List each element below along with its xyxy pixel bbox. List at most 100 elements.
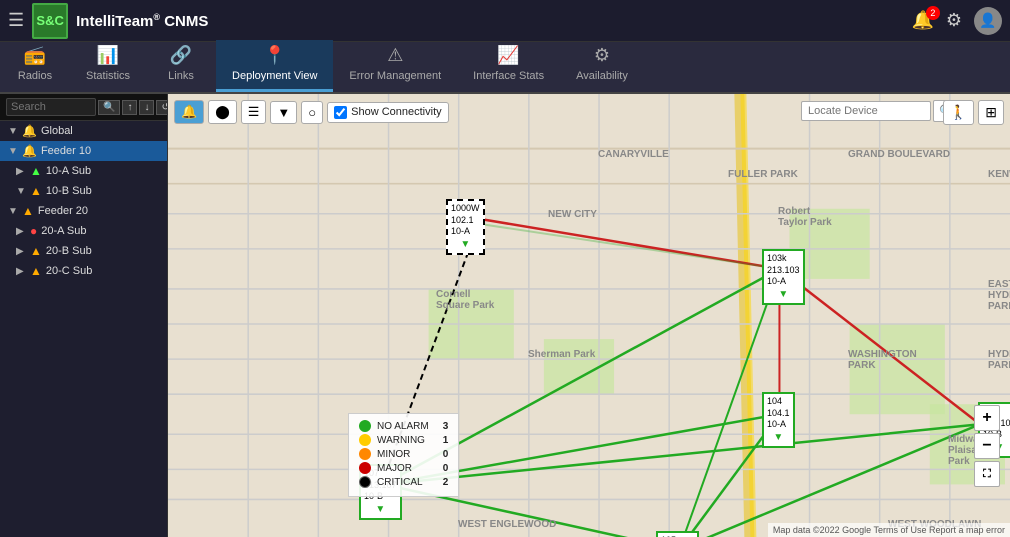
map-person-icon[interactable]: 🚶 — [943, 100, 974, 125]
fullscreen-button[interactable]: ⛶ — [974, 461, 1000, 487]
tree-node-20-c-sub[interactable]: ▶ ▲ 20-C Sub — [0, 261, 167, 281]
legend-label: WARNING — [377, 435, 425, 446]
map-filter-btn[interactable]: ▼ — [270, 101, 297, 124]
legend-dot — [359, 462, 371, 474]
nav-up-button[interactable]: ↑ — [122, 100, 137, 115]
tree-node-10-a-sub[interactable]: ▶ ▲ 10-A Sub — [0, 161, 167, 181]
search-button[interactable]: 🔍 — [98, 100, 120, 115]
connectivity-label: Show Connectivity — [351, 106, 442, 118]
map-svg — [168, 94, 1010, 537]
tree-node-10-b-sub[interactable]: ▼ ▲ 10-B Sub — [0, 181, 167, 201]
notifications-icon[interactable]: 🔔 2 — [911, 10, 933, 31]
map-node-n1[interactable]: 1000W102.110-A ▼ — [446, 199, 485, 255]
node-label: 20-B Sub — [46, 245, 92, 257]
tree-arrow: ▼ — [8, 126, 18, 137]
tree-node-20-b-sub[interactable]: ▶ ▲ 20-B Sub — [0, 241, 167, 261]
search-input[interactable] — [6, 98, 96, 116]
interface-icon: 📈 — [497, 45, 519, 66]
node-icon: ▲ — [30, 164, 42, 178]
legend-dot — [359, 434, 371, 446]
node-label: Feeder 20 — [38, 205, 88, 217]
notification-badge: 2 — [926, 6, 940, 20]
map-search-btn[interactable]: ○ — [301, 101, 323, 124]
tab-radios[interactable]: 📻 Radios — [0, 40, 70, 92]
tree-node-feeder-20[interactable]: ▼ ▲ Feeder 20 — [0, 201, 167, 221]
node-icon: 🔔 — [22, 124, 37, 138]
map-area[interactable]: 🔔 ⬤ ☰ ▼ ○ Show Connectivity 🔍 🚶 ⊞ — [168, 94, 1010, 537]
zoom-controls: + − ⛶ — [974, 405, 1000, 487]
locate-input[interactable] — [801, 101, 931, 121]
legend-row-no-alarm: NO ALARM 3 — [359, 420, 448, 432]
node-icon: 🔔 — [22, 144, 37, 158]
links-icon: 🔗 — [170, 45, 192, 66]
tab-deployment[interactable]: 📍 Deployment View — [216, 40, 333, 92]
sidebar-search: 🔍 ↑ ↓ ↺ — [0, 94, 167, 121]
legend-label: NO ALARM — [377, 421, 429, 432]
tree-node-feeder-10[interactable]: ▼ 🔔 Feeder 10 — [0, 141, 167, 161]
legend-row-major: MAJOR 0 — [359, 462, 448, 474]
node-label: 10-A Sub — [46, 165, 91, 177]
map-circle-btn[interactable]: ⬤ — [208, 100, 237, 124]
node-icon: ● — [30, 224, 37, 238]
node-icon: ▲ — [30, 184, 42, 198]
topbar: ☰ S&C IntelliTeam® CNMS 🔔 2 ⚙ 👤 — [0, 0, 1010, 42]
settings-icon[interactable]: ⚙ — [946, 10, 962, 31]
nav-tabs: 📻 Radios 📊 Statistics 🔗 Links 📍 Deployme… — [0, 42, 1010, 94]
tree-node-global[interactable]: ▼ 🔔 Global — [0, 121, 167, 141]
legend-row-warning: WARNING 1 — [359, 434, 448, 446]
map-bell-btn[interactable]: 🔔 — [174, 100, 204, 124]
legend-label: MINOR — [377, 449, 410, 460]
map-attribution: Map data ©2022 Google Terms of Use Repor… — [768, 523, 1010, 537]
map-node-n2[interactable]: 103k213.10310-A ▼ — [762, 249, 805, 305]
node-icon: ▲ — [30, 264, 42, 278]
statistics-icon: 📊 — [97, 45, 119, 66]
availability-icon: ⚙ — [594, 45, 610, 66]
user-avatar[interactable]: 👤 — [974, 7, 1002, 35]
node-label: Feeder 10 — [41, 145, 91, 157]
show-connectivity-toggle[interactable]: Show Connectivity — [327, 102, 449, 123]
map-layers-icon[interactable]: ⊞ — [978, 100, 1004, 125]
deployment-icon: 📍 — [264, 45, 286, 66]
tree-node-20-a-sub[interactable]: ▶ ● 20-A Sub — [0, 221, 167, 241]
tab-interface-label: Interface Stats — [473, 70, 544, 82]
tree-arrow: ▶ — [16, 226, 26, 237]
hamburger-menu[interactable]: ☰ — [8, 10, 24, 31]
legend-count: 2 — [435, 477, 449, 488]
legend-count: 3 — [435, 421, 449, 432]
legend-dot — [359, 420, 371, 432]
node-label: Global — [41, 125, 73, 137]
tab-error-label: Error Management — [349, 70, 441, 82]
node-label: 20-C Sub — [46, 265, 92, 277]
connectivity-checkbox[interactable] — [334, 106, 347, 119]
zoom-out-button[interactable]: − — [974, 433, 1000, 459]
map-node-n3[interactable]: 104104.110-A ▼ — [762, 392, 795, 448]
tab-statistics[interactable]: 📊 Statistics — [70, 40, 146, 92]
tab-availability[interactable]: ⚙ Availability — [560, 40, 644, 92]
tab-links[interactable]: 🔗 Links — [146, 40, 216, 92]
tab-radios-label: Radios — [18, 70, 52, 82]
app-title: IntelliTeam® CNMS — [76, 12, 903, 30]
sidebar: 🔍 ↑ ↓ ↺ ▼ 🔔 Global▼ 🔔 Feeder 10▶ ▲ 10-A … — [0, 94, 168, 537]
node-icon: ▲ — [30, 244, 42, 258]
legend-count: 0 — [435, 463, 449, 474]
tab-deployment-label: Deployment View — [232, 70, 317, 82]
tab-availability-label: Availability — [576, 70, 628, 82]
tab-interface[interactable]: 📈 Interface Stats — [457, 40, 560, 92]
tab-error[interactable]: ⚠ Error Management — [333, 40, 457, 92]
legend-dot — [359, 476, 371, 488]
tab-statistics-label: Statistics — [86, 70, 130, 82]
app-logo: S&C — [32, 3, 68, 39]
map-node-n5[interactable]: 105213.10510-B ▼ — [656, 531, 699, 537]
legend-row-critical: CRITICAL 2 — [359, 476, 448, 488]
nav-down-button[interactable]: ↓ — [139, 100, 154, 115]
legend-label: MAJOR — [377, 463, 412, 474]
legend-dot — [359, 448, 371, 460]
map-toolbar: 🔔 ⬤ ☰ ▼ ○ Show Connectivity — [174, 100, 449, 124]
tree-arrow: ▼ — [8, 206, 18, 217]
tree-container: ▼ 🔔 Global▼ 🔔 Feeder 10▶ ▲ 10-A Sub▼ ▲ 1… — [0, 121, 167, 281]
refresh-button[interactable]: ↺ — [156, 100, 168, 115]
radios-icon: 📻 — [24, 45, 46, 66]
map-list-btn[interactable]: ☰ — [241, 100, 267, 124]
map-top-right: 🚶 ⊞ — [943, 100, 1004, 125]
zoom-in-button[interactable]: + — [974, 405, 1000, 431]
